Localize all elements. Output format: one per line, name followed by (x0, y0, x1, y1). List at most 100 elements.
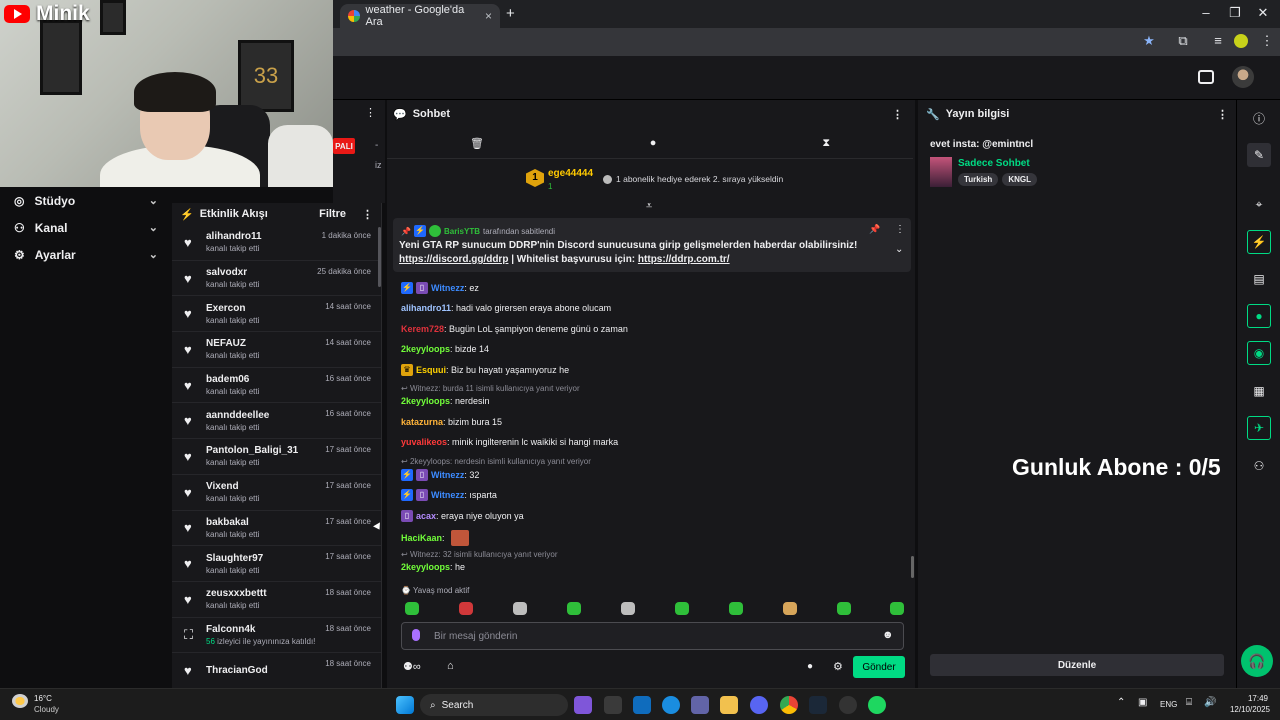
feed-row[interactable]: ♥ Exercon kanalı takip etti 14 saat önce (172, 296, 381, 333)
feed-row[interactable]: ♥ alihandro11 kanalı takip etti 1 dakika ön… (172, 225, 381, 261)
info-icon[interactable]: ⓘ (1247, 106, 1271, 130)
filter-button[interactable]: Filtre (319, 208, 346, 220)
teams-icon[interactable] (691, 696, 709, 714)
sidebar-item-channel[interactable]: ⚇ Kanal ⌄ (0, 214, 172, 241)
more-icon[interactable]: ⋮ (362, 208, 373, 221)
wrench-icon[interactable]: ✈ (1247, 416, 1271, 440)
tag[interactable]: Turkish (958, 173, 999, 186)
feed-row[interactable]: ♥ ThracianGod 18 saat önce (172, 653, 381, 689)
broadcast-waves-icon[interactable]: ◉ (1247, 341, 1271, 365)
chat-username[interactable]: yuvalikeos (401, 437, 447, 447)
chat-scrollbar[interactable] (911, 556, 914, 578)
pencil-icon[interactable]: ✎ (1247, 143, 1271, 167)
store-icon[interactable]: ⌂ (447, 660, 454, 672)
avatar[interactable] (1232, 66, 1254, 88)
chrome-icon[interactable] (780, 696, 798, 714)
chat-message[interactable]: yuvalikeos: minik ingilterenin lc waikik… (401, 437, 618, 447)
send-button[interactable]: Gönder (853, 656, 905, 678)
feed-row[interactable]: ♥ Slaughter97 kanalı takip etti 17 saat önc… (172, 546, 381, 582)
media-icon[interactable]: ≡ (1209, 33, 1227, 48)
channel-points-icon[interactable]: ⚉∞ (403, 660, 421, 673)
outlook-icon[interactable] (633, 696, 651, 714)
chat-username[interactable]: katazurna (401, 417, 443, 427)
edit-button[interactable]: Düzenle (930, 654, 1224, 676)
chat-username[interactable]: Esquui (416, 365, 446, 375)
hourglass-icon[interactable]: ⧗ (822, 137, 830, 150)
chat-message[interactable]: HaciKaan: (401, 530, 469, 546)
expand-icon[interactable]: ⌄ (895, 244, 903, 255)
obs-icon[interactable] (839, 696, 857, 714)
category-name[interactable]: Sadece Sohbet (958, 158, 1030, 169)
document-icon[interactable]: ▤ (1247, 267, 1271, 291)
feed-row[interactable]: ♥ badem06 kanalı takip etti 16 saat önce (172, 368, 381, 404)
category-thumbnail[interactable] (930, 157, 952, 187)
browser-tab[interactable]: weather - Google'da Ara × (340, 4, 500, 28)
tray-app-icon[interactable]: ▣ (1138, 697, 1147, 708)
headset-icon[interactable]: 🎧 (1241, 645, 1273, 677)
feed-scrollbar[interactable] (378, 227, 381, 287)
new-tab-button[interactable]: + (506, 5, 515, 22)
emote-button[interactable] (459, 602, 473, 615)
pinned-more-icon[interactable]: ⋮ (895, 224, 905, 235)
collapse-icon[interactable]: ⩡ (646, 200, 652, 213)
extensions-icon[interactable]: ⧉ (1174, 33, 1192, 49)
emote-button[interactable] (729, 602, 743, 615)
emote-button[interactable] (837, 602, 851, 615)
feed-row[interactable]: ♥ Pantolon_Baligi_31 kanalı takip etti 17 s… (172, 439, 381, 475)
emote-button[interactable] (513, 602, 527, 615)
chat-username[interactable]: alihandro11 (401, 303, 451, 313)
emote-button[interactable] (890, 602, 904, 615)
tag[interactable]: KNGL (1002, 173, 1037, 186)
chat-username[interactable]: HaciKaan (401, 533, 442, 543)
chat-icon[interactable]: ● (1247, 304, 1271, 328)
microphone-icon[interactable] (412, 629, 420, 641)
broadcast-icon[interactable] (1198, 70, 1214, 84)
emote-button[interactable] (567, 602, 581, 615)
chat-username[interactable]: acax (416, 511, 436, 521)
discord-link[interactable]: https://discord.gg/ddrp (399, 254, 508, 265)
unpin-icon[interactable]: 📌 (869, 224, 880, 235)
network-icon[interactable]: ⌸ (1186, 697, 1192, 708)
share-icon[interactable]: ⚇ (1247, 454, 1271, 478)
sidebar-item-studio[interactable]: ◎ Stüdyo ⌄ (0, 187, 172, 214)
chat-message[interactable]: 2keyyloops: nerdesin (401, 396, 490, 406)
chat-username[interactable]: Kerem728 (401, 324, 444, 334)
profile-icon[interactable] (1234, 34, 1248, 48)
chat-username[interactable]: 2keyyloops (401, 562, 450, 572)
chat-more-icon[interactable]: ⋮ (892, 108, 907, 121)
panel-menu-icon[interactable]: ⋮ (365, 106, 376, 119)
feed-row[interactable]: ⛶ Falconn4k 56 izleyici ile yayınınıza kat… (172, 618, 381, 654)
clock-time[interactable]: 17:49 (1226, 694, 1268, 703)
copilot-icon[interactable] (574, 696, 592, 714)
clip-icon[interactable]: ⌖ (1247, 192, 1271, 216)
chat-message[interactable]: 2keyyloops: he (401, 562, 465, 572)
chat-message[interactable]: 2keyyloops: bizde 14 (401, 344, 489, 354)
language-indicator[interactable]: ENG (1160, 700, 1177, 709)
taskbar-search[interactable]: ⌕ Search (420, 694, 568, 716)
hype-user[interactable]: ege44444 (548, 168, 593, 179)
chat-message[interactable]: katazurna: bizim bura 15 (401, 417, 502, 427)
menu-icon[interactable]: ⋮ (1258, 33, 1276, 49)
chat-settings-icon[interactable]: ● (650, 137, 657, 149)
chat-message[interactable]: ♛ Esquui: Biz bu hayatı yaşamıyoruz he (401, 364, 569, 376)
website-link[interactable]: https://ddrp.com.tr/ (638, 254, 730, 265)
emoji-icon[interactable]: ☻ (882, 629, 894, 641)
chat-username[interactable]: Witnezz (431, 490, 464, 500)
emote-button[interactable] (675, 602, 689, 615)
emote-button[interactable] (405, 602, 419, 615)
pinned-by-user[interactable]: BarisYTB (444, 227, 480, 236)
file-explorer-icon[interactable] (720, 696, 738, 714)
sidebar-item-settings[interactable]: ⚙ Ayarlar ⌄ (0, 241, 172, 268)
chat-message[interactable]: ⚡ ▯ Witnezz: 32 (401, 469, 479, 481)
info-more-icon[interactable]: ⋮ (1217, 108, 1228, 121)
maximize-icon[interactable]: ❐ (1225, 5, 1245, 21)
chat-message[interactable]: ⚡ ▯ Witnezz: ez (401, 282, 479, 294)
lightning-icon[interactable]: ⚡ (1247, 230, 1271, 254)
windows-start-icon[interactable] (396, 696, 414, 714)
spotify-icon[interactable] (868, 696, 886, 714)
feed-row[interactable]: ♥ NEFAUZ kanalı takip etti 14 saat önce (172, 332, 381, 368)
store-app-icon[interactable] (604, 696, 622, 714)
layout-icon[interactable]: ▦ (1247, 379, 1271, 403)
close-window-icon[interactable]: ✕ (1253, 5, 1273, 21)
discord-icon[interactable] (750, 696, 768, 714)
